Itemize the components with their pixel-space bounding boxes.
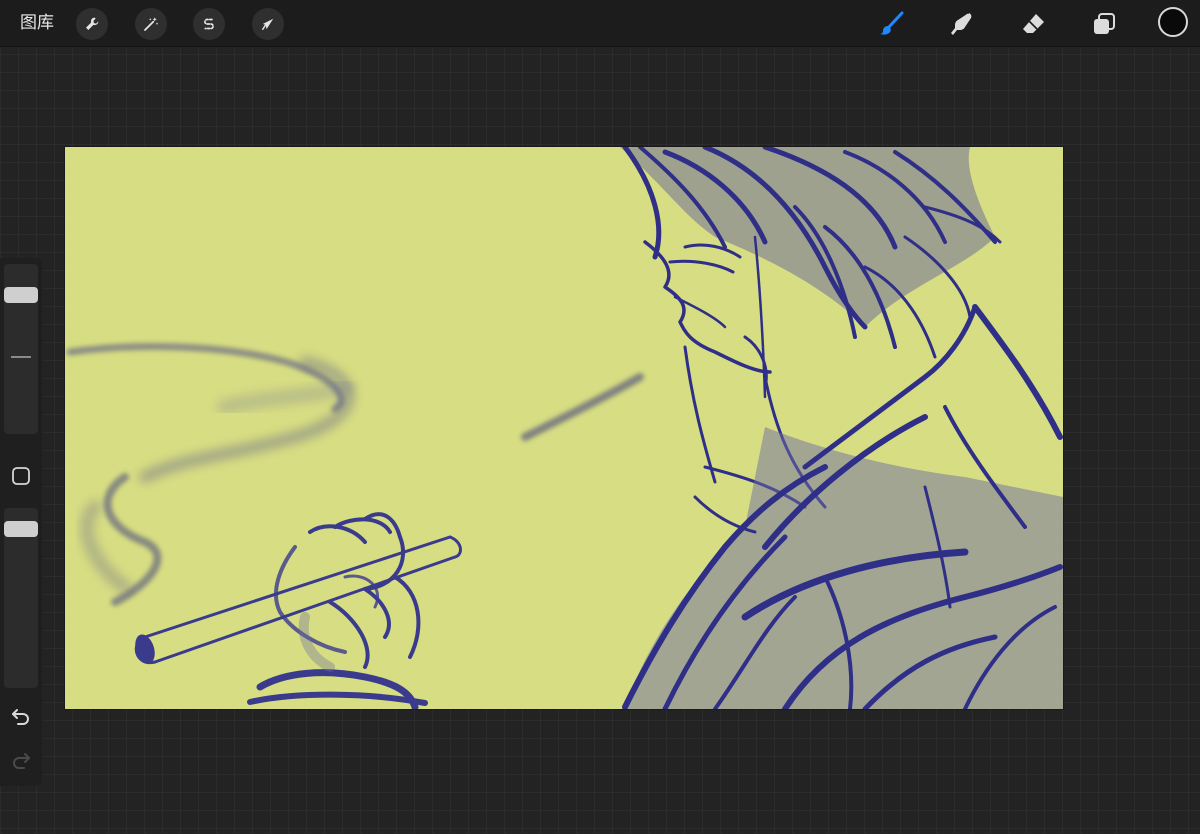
magic-wand-icon bbox=[144, 17, 159, 31]
color-picker-button[interactable] bbox=[1158, 7, 1188, 37]
top-toolbar: 图库 bbox=[0, 0, 1200, 47]
selection-s-icon bbox=[204, 18, 214, 30]
actions-button[interactable] bbox=[76, 8, 108, 40]
transform-button[interactable] bbox=[252, 8, 284, 40]
slider-divider bbox=[11, 356, 31, 358]
eraser-tool-button[interactable] bbox=[1016, 7, 1050, 41]
wrench-icon bbox=[86, 17, 99, 30]
hand-with-cigarette bbox=[134, 512, 462, 709]
brush-opacity-thumb[interactable] bbox=[4, 521, 38, 538]
selection-button[interactable] bbox=[193, 8, 225, 40]
brush-tool-button[interactable] bbox=[874, 7, 908, 41]
brush-size-thumb[interactable] bbox=[4, 287, 38, 304]
sketch-artwork bbox=[66, 147, 1063, 709]
gallery-button[interactable]: 图库 bbox=[14, 9, 60, 37]
layers-icon bbox=[1094, 13, 1115, 34]
eraser-icon bbox=[1023, 14, 1044, 33]
drawing-canvas[interactable] bbox=[65, 147, 1063, 709]
figure-portrait bbox=[620, 147, 1063, 709]
smoke-wisps bbox=[66, 343, 644, 606]
canvas-workspace[interactable]: 图库 bbox=[0, 0, 1200, 834]
layers-button[interactable] bbox=[1087, 7, 1121, 41]
left-sidebar bbox=[0, 258, 42, 786]
adjustments-button[interactable] bbox=[135, 8, 167, 40]
arrow-cursor-icon bbox=[262, 18, 274, 30]
brush-icon bbox=[880, 11, 904, 35]
redo-icon[interactable] bbox=[9, 748, 33, 772]
undo-icon[interactable] bbox=[9, 704, 33, 728]
smudge-finger-icon bbox=[951, 13, 972, 35]
smudge-tool-button[interactable] bbox=[944, 7, 978, 41]
square-modify-icon[interactable] bbox=[11, 466, 31, 486]
